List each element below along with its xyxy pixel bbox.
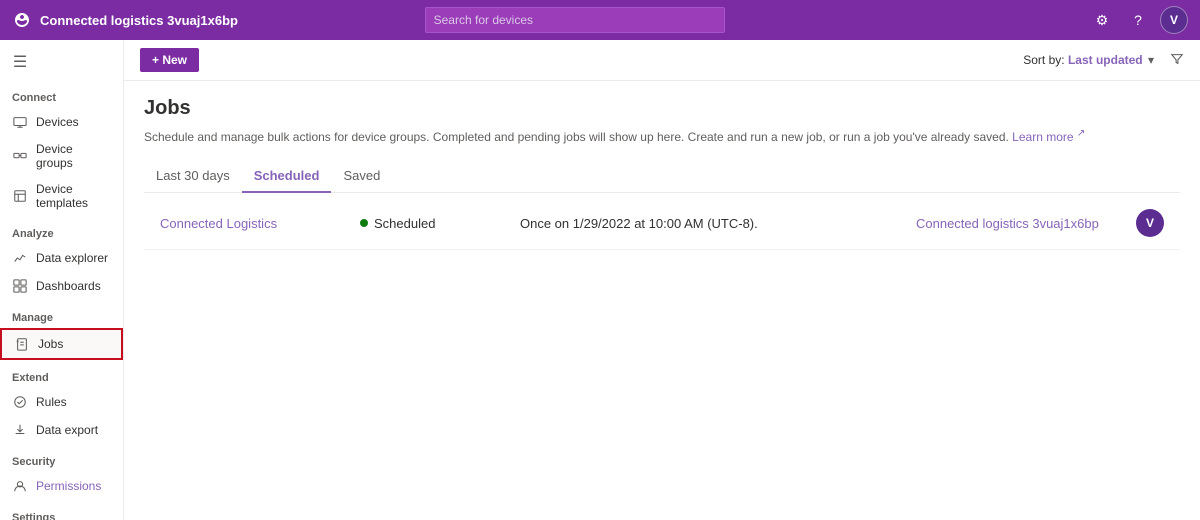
tab-scheduled[interactable]: Scheduled [242, 160, 332, 193]
main-layout: ☰ Connect Devices Device groups Device t… [0, 40, 1200, 520]
app-logo: Connected logistics 3vuaj1x6bp [12, 10, 238, 30]
dashboards-icon [12, 278, 28, 294]
sidebar-item-device-groups[interactable]: Device groups [0, 136, 123, 176]
tab-last30days[interactable]: Last 30 days [144, 160, 242, 193]
devices-icon [12, 114, 28, 130]
sidebar-item-jobs[interactable]: Jobs [0, 328, 123, 360]
sort-label: Sort by: Last updated ▾ [1023, 53, 1154, 67]
sort-value[interactable]: Last updated [1068, 53, 1143, 67]
data-explorer-icon [12, 250, 28, 266]
sidebar-item-rules[interactable]: Rules [0, 388, 123, 416]
new-button[interactable]: + New [140, 48, 199, 72]
main-content: + New Sort by: Last updated ▾ Jobs Sched… [124, 40, 1200, 520]
sort-prefix: Sort by: [1023, 53, 1064, 67]
external-link-icon: ↗ [1077, 128, 1085, 139]
tabs-container: Last 30 days Scheduled Saved [144, 160, 1180, 193]
devices-label: Devices [36, 115, 79, 129]
job-app-name: Connected logistics 3vuaj1x6bp [916, 216, 1136, 231]
tab-saved[interactable]: Saved [331, 160, 392, 193]
job-schedule: Once on 1/29/2022 at 10:00 AM (UTC-8). [520, 216, 916, 231]
sidebar-item-dashboards[interactable]: Dashboards [0, 272, 123, 300]
job-user-avatar: V [1136, 209, 1164, 237]
sidebar: ☰ Connect Devices Device groups Device t… [0, 40, 124, 520]
search-input[interactable] [425, 7, 725, 33]
filter-icon[interactable] [1170, 52, 1184, 69]
status-dot-icon [360, 219, 368, 227]
section-settings: Settings [0, 500, 123, 520]
topbar: Connected logistics 3vuaj1x6bp ⚙ ? V [0, 0, 1200, 40]
permissions-icon [12, 478, 28, 494]
jobs-label: Jobs [38, 337, 63, 351]
section-connect: Connect [0, 80, 123, 108]
permissions-label: Permissions [36, 479, 101, 493]
sidebar-item-device-templates[interactable]: Device templates [0, 176, 123, 216]
sidebar-item-permissions[interactable]: Permissions [0, 472, 123, 500]
hamburger-icon: ☰ [13, 52, 27, 72]
sidebar-item-data-export[interactable]: Data export [0, 416, 123, 444]
settings-icon[interactable]: ⚙ [1088, 6, 1116, 34]
section-extend: Extend [0, 360, 123, 388]
page-title: Jobs [144, 97, 1180, 120]
section-manage: Manage [0, 300, 123, 328]
topbar-actions: ⚙ ? V [1088, 6, 1188, 34]
app-logo-icon [12, 10, 32, 30]
device-groups-icon [12, 148, 28, 164]
app-name-label: Connected logistics 3vuaj1x6bp [40, 13, 238, 28]
page-content: Jobs Schedule and manage bulk actions fo… [124, 81, 1200, 266]
page-desc-text: Schedule and manage bulk actions for dev… [144, 130, 1009, 144]
data-export-label: Data export [36, 423, 98, 437]
toolbar: + New Sort by: Last updated ▾ [124, 40, 1200, 81]
job-name: Connected Logistics [160, 216, 360, 231]
dashboards-label: Dashboards [36, 279, 101, 293]
sort-chevron-icon[interactable]: ▾ [1148, 53, 1154, 67]
rules-label: Rules [36, 395, 67, 409]
section-security: Security [0, 444, 123, 472]
device-templates-label: Device templates [36, 182, 111, 210]
user-avatar[interactable]: V [1160, 6, 1188, 34]
hamburger-button[interactable]: ☰ [0, 44, 40, 80]
device-templates-icon [12, 188, 28, 204]
job-status: Scheduled [360, 216, 520, 231]
sidebar-item-devices[interactable]: Devices [0, 108, 123, 136]
help-icon[interactable]: ? [1124, 6, 1152, 34]
search-container [425, 7, 725, 33]
status-text: Scheduled [374, 216, 435, 231]
page-description: Schedule and manage bulk actions for dev… [144, 126, 1180, 146]
data-export-icon [12, 422, 28, 438]
device-groups-label: Device groups [36, 142, 111, 170]
data-explorer-label: Data explorer [36, 251, 108, 265]
rules-icon [12, 394, 28, 410]
learn-more-link[interactable]: Learn more ↗ [1012, 130, 1085, 144]
table-row[interactable]: Connected Logistics Scheduled Once on 1/… [144, 197, 1180, 250]
section-analyze: Analyze [0, 216, 123, 244]
jobs-icon [14, 336, 30, 352]
sidebar-item-data-explorer[interactable]: Data explorer [0, 244, 123, 272]
